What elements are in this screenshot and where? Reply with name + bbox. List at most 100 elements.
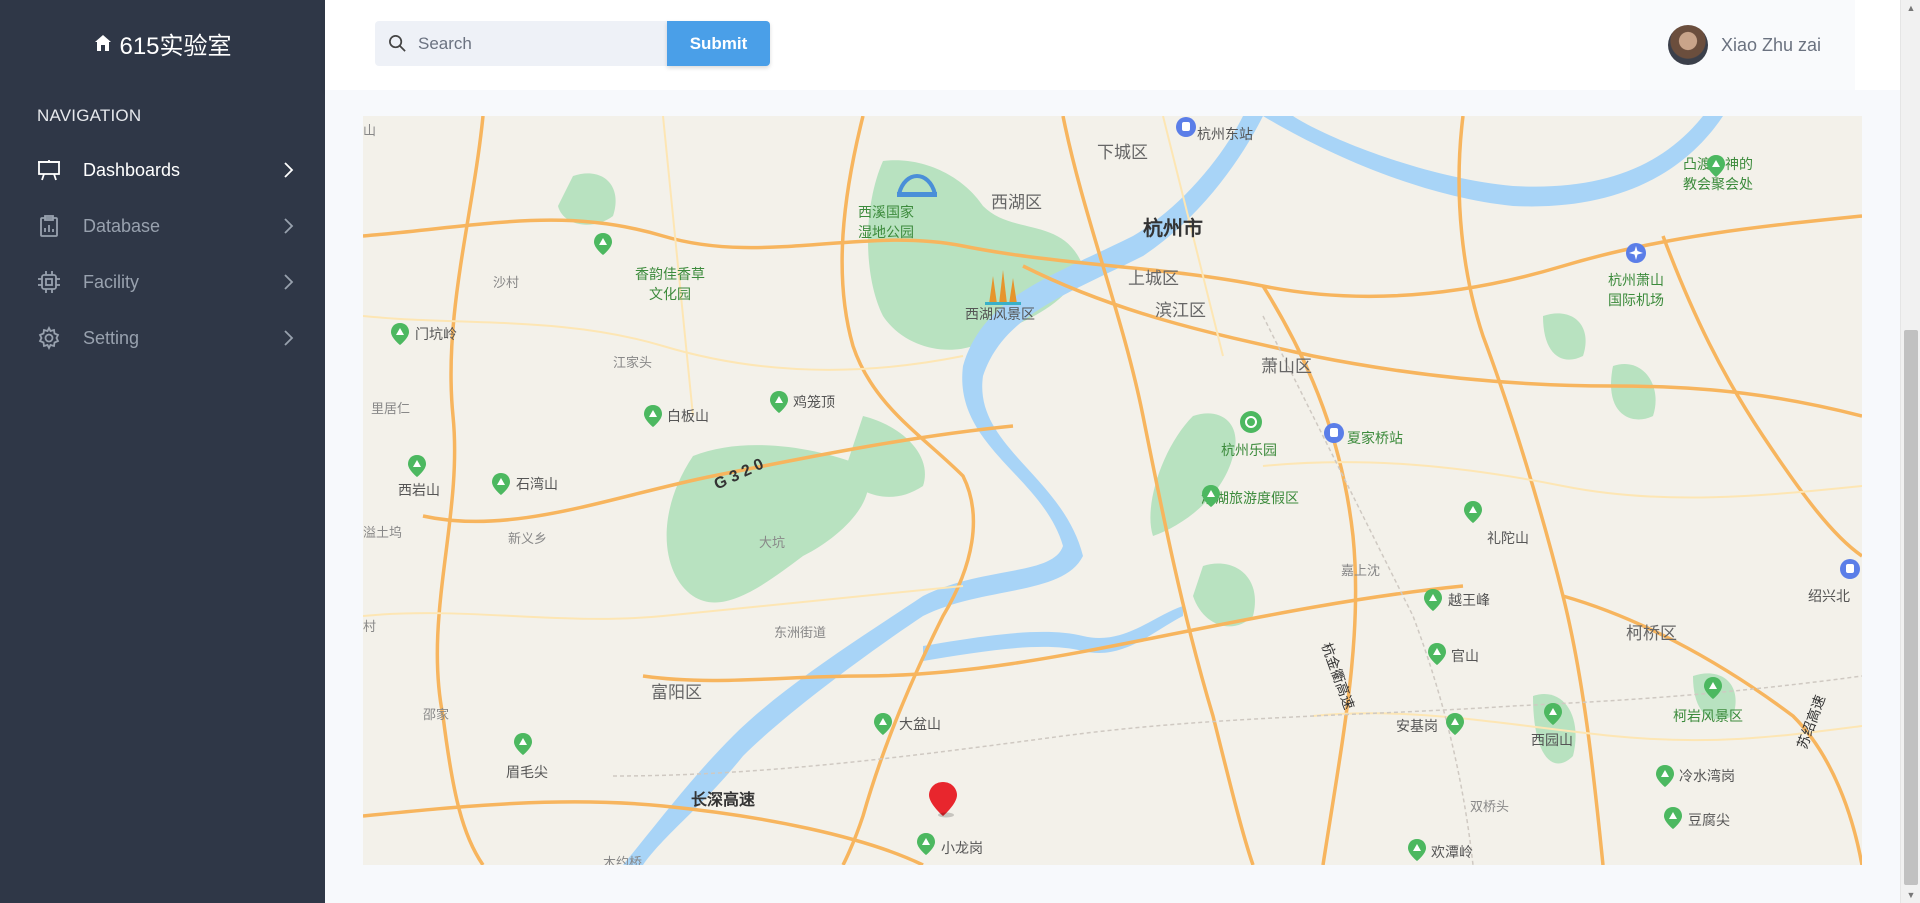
map-label-menkeng: 门坑岭 bbox=[415, 326, 457, 342]
mountain-pin-icon[interactable] bbox=[593, 232, 613, 256]
map-label-doufu: 豆腐尖 bbox=[1688, 812, 1730, 828]
map-label-xihu-scenic: 西湖风景区 bbox=[965, 306, 1035, 322]
train-station-icon[interactable] bbox=[1323, 422, 1345, 444]
airport-icon[interactable] bbox=[1625, 242, 1647, 264]
home-icon bbox=[95, 35, 112, 51]
map-label-xiyan: 西岩山 bbox=[398, 482, 440, 498]
map-label-shangcheng: 上城区 bbox=[1128, 269, 1179, 288]
map-base bbox=[363, 116, 1862, 865]
mountain-pin-icon[interactable] bbox=[916, 832, 936, 856]
map-label-baiban: 白板山 bbox=[667, 408, 709, 424]
map-label-hangzhou-east: 杭州东站 bbox=[1197, 126, 1253, 142]
map-label-xiacheng: 下城区 bbox=[1097, 143, 1148, 162]
mountain-pin-icon[interactable] bbox=[873, 712, 893, 736]
sidebar-nav: Dashboards Database Facility Setting bbox=[0, 142, 325, 366]
gear-icon bbox=[37, 326, 61, 350]
chevron-right-icon bbox=[284, 218, 294, 234]
map-label-dongzhou: 东洲街道 bbox=[774, 625, 827, 640]
map-label-liju: 里居仁 bbox=[371, 401, 411, 416]
mountain-pin-icon[interactable] bbox=[407, 454, 427, 478]
map-label-mu: 木约桥 bbox=[603, 855, 643, 865]
search-icon bbox=[389, 35, 406, 52]
top-header: Submit Xiao Zhu zai bbox=[325, 0, 1900, 90]
map-label-huantan: 欢潭岭 bbox=[1431, 844, 1473, 860]
scroll-down-arrow-icon[interactable]: ▼ bbox=[1906, 890, 1916, 900]
page-scrollbar[interactable]: ▲ ▼ bbox=[1900, 0, 1920, 903]
mountain-pin-icon[interactable] bbox=[1427, 642, 1447, 666]
chevron-right-icon bbox=[284, 162, 294, 178]
map-label-shan-left: 山 bbox=[363, 123, 377, 138]
mountain-pin-icon[interactable] bbox=[1423, 588, 1443, 612]
sidebar-item-database[interactable]: Database bbox=[0, 198, 325, 254]
mountain-pin-icon[interactable] bbox=[513, 732, 533, 756]
amusement-park-icon[interactable] bbox=[1239, 410, 1263, 434]
map-label-city: 杭州市 bbox=[1143, 218, 1203, 240]
mountain-pin-icon[interactable] bbox=[1706, 154, 1726, 178]
map-label-xinyixiang: 新义乡 bbox=[508, 531, 548, 546]
map-label-airport: 杭州萧山 国际机场 bbox=[1608, 272, 1664, 308]
sidebar-item-dashboards[interactable]: Dashboards bbox=[0, 142, 325, 198]
map-label-xiajiaqiao: 夏家桥站 bbox=[1347, 430, 1403, 446]
map-view[interactable]: 杭州市 西湖区 下城区 上城区 滨江区 萧山区 富阳区 柯桥区 东洲街道 西溪国… bbox=[363, 116, 1862, 865]
sidebar-item-label: Facility bbox=[83, 271, 140, 292]
map-label-cun: 村 bbox=[363, 619, 377, 634]
submit-button[interactable]: Submit bbox=[667, 21, 770, 66]
clipboard-chart-icon bbox=[37, 214, 61, 238]
map-label-changshen: 长深高速 bbox=[691, 792, 756, 809]
scroll-up-arrow-icon[interactable]: ▲ bbox=[1906, 3, 1916, 13]
map-label-shuangqiaotou: 双桥头 bbox=[1470, 799, 1510, 814]
user-menu[interactable]: Xiao Zhu zai bbox=[1630, 0, 1855, 90]
map-label-xiangyun: 香韵佳香草 文化园 bbox=[635, 266, 705, 302]
sidebar: 615实验室 NAVIGATION Dashboards Database Fa… bbox=[0, 0, 325, 903]
map-label-lituo: 礼陀山 bbox=[1487, 530, 1529, 546]
mountain-pin-icon[interactable] bbox=[390, 322, 410, 346]
map-label-xiaolong: 小龙岗 bbox=[941, 840, 983, 856]
map-label-fuyang: 富阳区 bbox=[651, 683, 702, 702]
nav-heading: NAVIGATION bbox=[37, 106, 142, 125]
train-station-icon[interactable] bbox=[1175, 116, 1197, 138]
avatar[interactable] bbox=[1668, 25, 1708, 65]
sidebar-item-facility[interactable]: Facility bbox=[0, 254, 325, 310]
sidebar-item-label: Setting bbox=[83, 327, 140, 348]
mountain-pin-icon[interactable] bbox=[1445, 712, 1465, 736]
chip-icon bbox=[37, 270, 61, 294]
map-label-jiulong: 鸡笼顶 bbox=[793, 394, 835, 410]
map-label-keqiao: 柯桥区 bbox=[1626, 624, 1677, 643]
chevron-right-icon bbox=[284, 330, 294, 346]
brand[interactable]: 615实验室 bbox=[0, 0, 325, 86]
mountain-pin-icon[interactable] bbox=[1703, 676, 1723, 700]
mountain-pin-icon[interactable] bbox=[769, 390, 789, 414]
user-name: Xiao Zhu zai bbox=[1721, 34, 1822, 55]
map-label-shantu: 溢土坞 bbox=[363, 525, 403, 540]
map-label-xiyuan: 西园山 bbox=[1531, 732, 1573, 748]
mountain-pin-icon[interactable] bbox=[1663, 806, 1683, 830]
mountain-pin-icon[interactable] bbox=[1407, 838, 1427, 862]
map-label-shacun: 沙村 bbox=[493, 275, 520, 290]
map-label-shaoxing-north: 绍兴北 bbox=[1808, 588, 1850, 604]
mountain-pin-icon[interactable] bbox=[643, 404, 663, 428]
mountain-pin-icon[interactable] bbox=[1543, 702, 1563, 726]
sidebar-item-label: Database bbox=[83, 215, 161, 236]
pagoda-icon[interactable] bbox=[981, 266, 1025, 306]
search-input[interactable] bbox=[418, 33, 648, 54]
mountain-pin-icon[interactable] bbox=[1201, 484, 1221, 508]
map-label-yuewang: 越王峰 bbox=[1448, 592, 1490, 608]
map-label-guanshan: 官山 bbox=[1451, 648, 1479, 664]
scrollbar-thumb[interactable] bbox=[1904, 330, 1918, 885]
map-label-keyan: 柯岩风景区 bbox=[1673, 708, 1743, 724]
map-label-jiashang: 嘉上沈 bbox=[1341, 563, 1381, 578]
mountain-pin-icon[interactable] bbox=[491, 472, 511, 496]
map-label-anjigang: 安基岗 bbox=[1396, 718, 1438, 734]
sidebar-item-setting[interactable]: Setting bbox=[0, 310, 325, 366]
map-label-dakeng: 大坑 bbox=[759, 535, 786, 550]
map-label-lengshui: 冷水湾岗 bbox=[1679, 768, 1735, 784]
map-label-leyuan: 杭州乐园 bbox=[1221, 442, 1277, 458]
sidebar-item-label: Dashboards bbox=[83, 159, 181, 180]
mountain-pin-icon[interactable] bbox=[1655, 764, 1675, 788]
map-label-xihu-district: 西湖区 bbox=[991, 193, 1042, 212]
map-label-meimao: 眉毛尖 bbox=[506, 764, 548, 780]
search-box bbox=[375, 21, 667, 66]
wetland-park-icon[interactable] bbox=[895, 164, 939, 200]
train-station-icon[interactable] bbox=[1839, 558, 1861, 580]
mountain-pin-icon[interactable] bbox=[1463, 500, 1483, 524]
